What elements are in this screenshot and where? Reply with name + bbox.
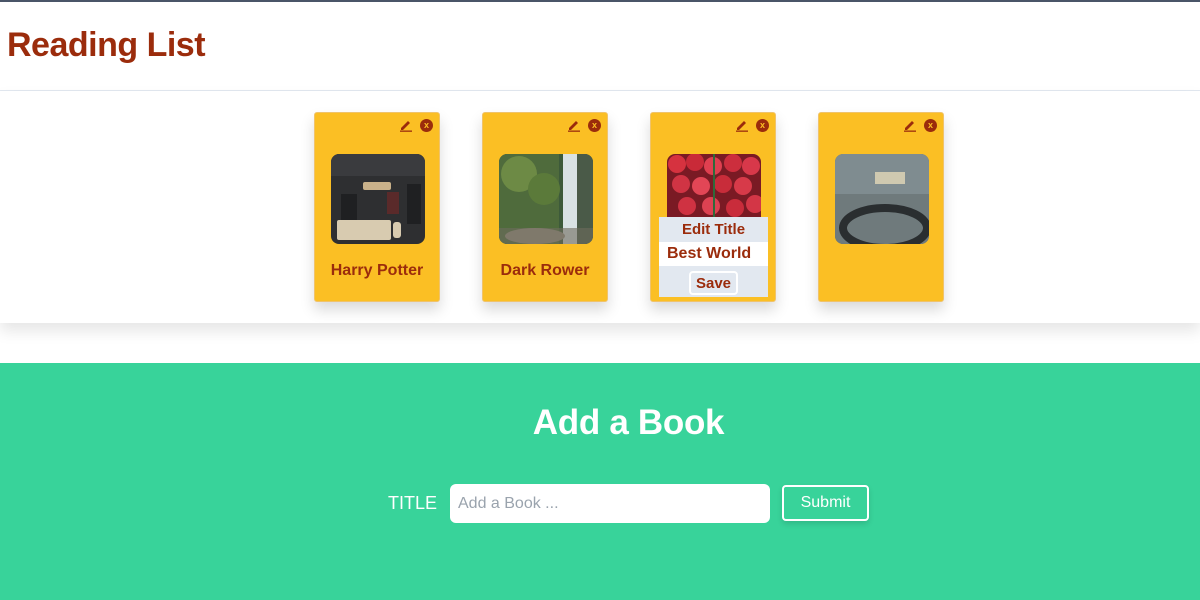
edit-title-panel: Edit Title Save (659, 217, 768, 297)
book-title: Harry Potter (330, 262, 424, 279)
header: Reading List (0, 2, 1200, 91)
pencil-icon[interactable] (903, 118, 917, 132)
add-book-heading: Add a Book (532, 403, 725, 442)
pencil-icon[interactable] (735, 118, 749, 132)
book-card[interactable]: x (818, 112, 944, 302)
book-title: Dark Rower (500, 262, 590, 279)
book-card[interactable]: x Dark Rower (482, 112, 608, 302)
pencil-icon[interactable] (567, 118, 581, 132)
close-icon[interactable]: x (924, 119, 937, 132)
book-card[interactable]: x Edit Title Save (650, 112, 776, 302)
book-card[interactable]: x Harry Potter (314, 112, 440, 302)
edit-title-input[interactable] (659, 242, 768, 266)
edit-title-heading: Edit Title (681, 221, 746, 238)
pencil-icon[interactable] (399, 118, 413, 132)
book-cover-image (331, 154, 425, 244)
close-icon[interactable]: x (756, 119, 769, 132)
add-book-section: Add a Book TITLE Submit (0, 363, 1200, 600)
book-cover-image (835, 154, 929, 244)
submit-button[interactable]: Submit (782, 485, 869, 521)
book-cover-image (499, 154, 593, 244)
close-icon[interactable]: x (420, 119, 433, 132)
close-icon[interactable]: x (588, 119, 601, 132)
title-label: TITLE (388, 493, 438, 513)
save-button[interactable]: Save (689, 271, 738, 295)
page-title: Reading List (7, 26, 206, 64)
title-input[interactable] (450, 484, 770, 523)
book-shelf: x Harry Potter x Dark Rower x Edit Title… (0, 91, 1200, 323)
